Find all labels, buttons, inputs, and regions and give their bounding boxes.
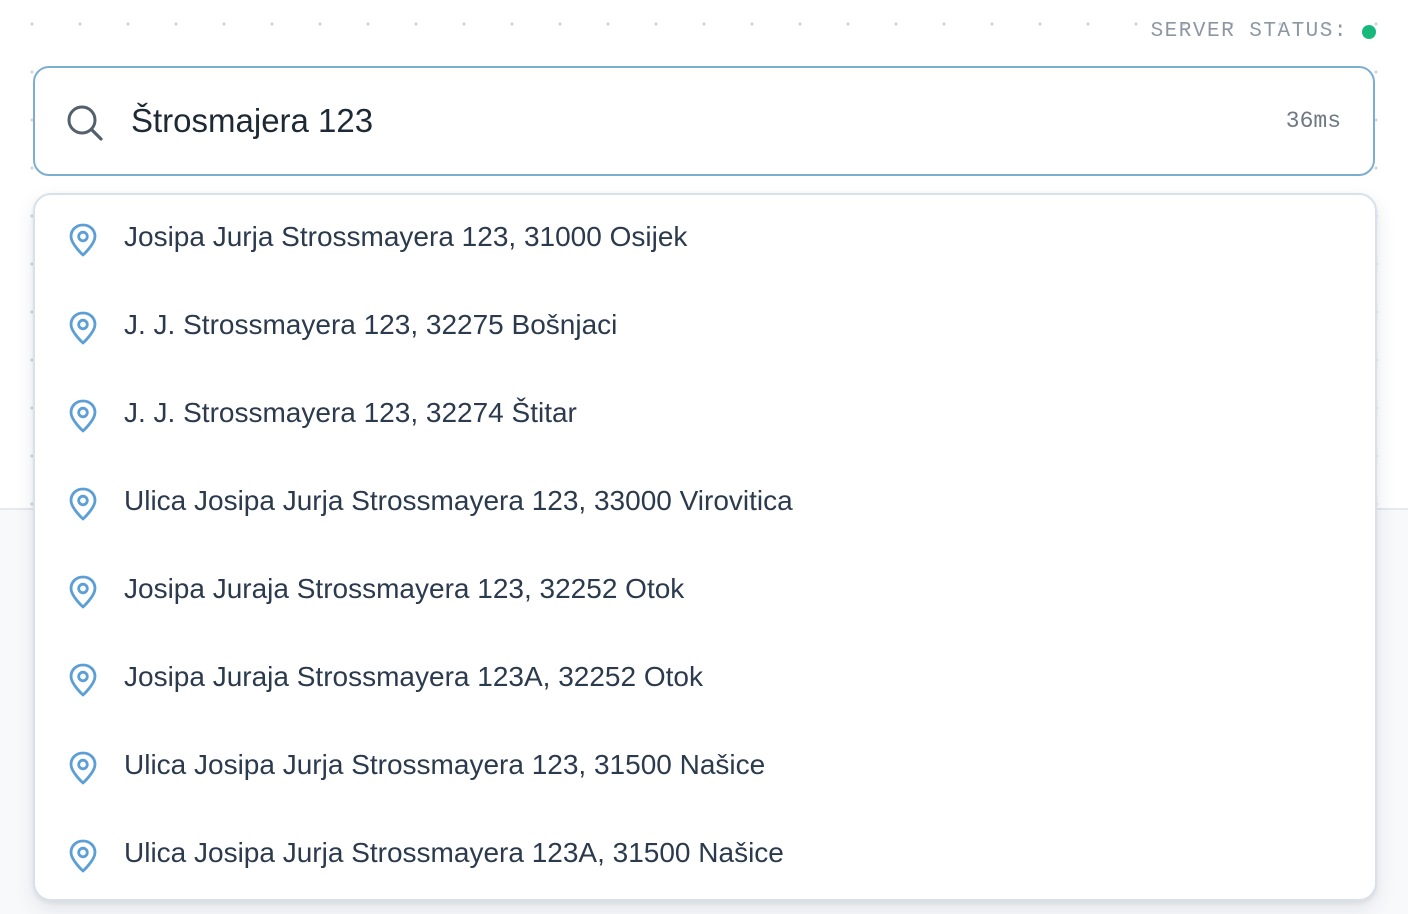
location-pin-icon [69, 839, 97, 873]
location-pin-icon [69, 663, 97, 697]
suggestion-label: Josipa Jurja Strossmayera 123, 31000 Osi… [124, 221, 688, 252]
suggestion-label: Josipa Juraja Strossmayera 123A, 32252 O… [124, 661, 703, 692]
suggestion-label: J. J. Strossmayera 123, 32275 Bošnjaci [124, 309, 618, 340]
suggestion-item[interactable]: J. J. Strossmayera 123, 32274 Štitar [35, 371, 1375, 459]
suggestions-dropdown: Josipa Jurja Strossmayera 123, 31000 Osi… [33, 193, 1377, 901]
server-status-indicator [1362, 24, 1376, 39]
suggestion-item[interactable]: Josipa Juraja Strossmayera 123, 32252 Ot… [35, 547, 1375, 635]
suggestion-item[interactable]: Ulica Josipa Jurja Strossmayera 123A, 31… [35, 811, 1375, 899]
suggestion-item[interactable]: J. J. Strossmayera 123, 32275 Bošnjaci [35, 283, 1375, 371]
suggestion-label: Ulica Josipa Jurja Strossmayera 123, 315… [124, 749, 766, 780]
location-pin-icon [69, 575, 97, 609]
suggestion-label: Ulica Josipa Jurja Strossmayera 123A, 31… [124, 837, 784, 868]
search-icon [67, 105, 103, 141]
suggestion-item[interactable]: Ulica Josipa Jurja Strossmayera 123, 330… [35, 459, 1375, 547]
search-box[interactable]: 36ms [33, 66, 1375, 176]
location-pin-icon [69, 223, 97, 257]
search-input[interactable] [131, 92, 1251, 150]
suggestion-label: Ulica Josipa Jurja Strossmayera 123, 330… [124, 485, 793, 516]
suggestion-label: Josipa Juraja Strossmayera 123, 32252 Ot… [124, 573, 685, 604]
latency-readout: 36ms [1285, 108, 1341, 134]
suggestion-item[interactable]: Ulica Josipa Jurja Strossmayera 123, 315… [35, 723, 1375, 811]
location-pin-icon [69, 399, 97, 433]
location-pin-icon [69, 751, 97, 785]
suggestion-item[interactable]: Josipa Jurja Strossmayera 123, 31000 Osi… [35, 195, 1375, 283]
location-pin-icon [69, 311, 97, 345]
suggestion-label: J. J. Strossmayera 123, 32274 Štitar [124, 397, 577, 428]
server-status: SERVER STATUS: [1151, 20, 1376, 43]
location-pin-icon [69, 487, 97, 521]
suggestion-item[interactable]: Josipa Juraja Strossmayera 123A, 32252 O… [35, 635, 1375, 723]
server-status-label: SERVER STATUS: [1150, 20, 1348, 43]
